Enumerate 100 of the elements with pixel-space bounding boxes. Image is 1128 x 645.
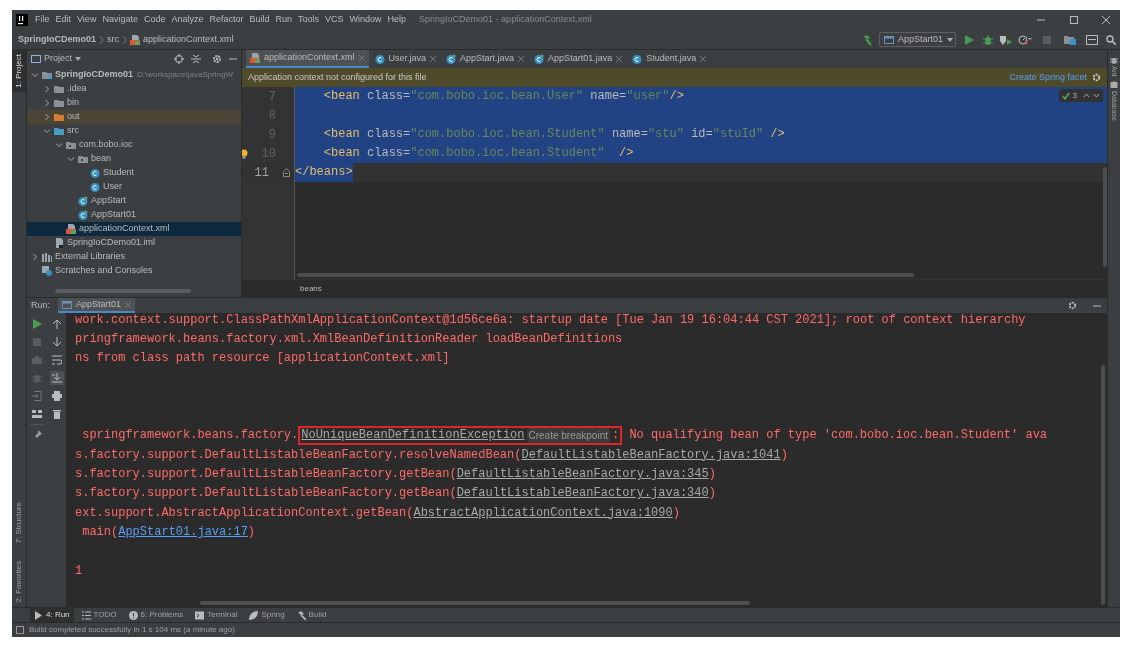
tree-item[interactable]: SpringIoCDemo01.iml (27, 236, 241, 250)
breakpoint-hint[interactable]: Create breakpoint (526, 427, 610, 443)
menu-item[interactable]: Analyze (168, 13, 207, 27)
scrollbar-thumb[interactable] (297, 273, 914, 277)
menu-item[interactable]: Edit (52, 13, 75, 27)
collapse-all-icon[interactable] (191, 54, 201, 64)
menu-item[interactable]: Code (140, 13, 169, 27)
run-tab[interactable]: AppStart01 (58, 298, 136, 313)
settings-icon[interactable] (1092, 73, 1101, 82)
tree-item[interactable]: .idea (27, 82, 241, 96)
editor-tab[interactable]: AppStart01.java (530, 50, 627, 68)
arrow-up-icon[interactable] (51, 319, 62, 329)
project-structure-icon[interactable] (1064, 34, 1076, 45)
run-configuration-dropdown[interactable]: AppStart01 (879, 32, 956, 47)
square-icon[interactable] (16, 626, 24, 634)
settings-icon[interactable] (212, 54, 222, 64)
tree-item[interactable]: AppStart (27, 194, 241, 208)
view-selector[interactable]: Project (44, 52, 81, 66)
tool-window-tab[interactable]: 2: Favorites (12, 557, 26, 607)
exit-icon[interactable] (32, 391, 42, 401)
tree-item[interactable]: applicationContext.xml (27, 222, 241, 236)
facet-link[interactable]: Create Spring facet (1009, 70, 1087, 85)
close-icon[interactable] (700, 56, 707, 62)
scrollbar-thumb[interactable] (1101, 365, 1105, 605)
editor-tab[interactable]: applicationContext.xml (246, 50, 369, 68)
close-icon[interactable] (518, 56, 525, 62)
terminal-window-icon[interactable] (1086, 34, 1098, 45)
chevron-down-icon[interactable] (1093, 93, 1100, 98)
console-text: ) (780, 446, 788, 464)
console-text: : (612, 427, 620, 445)
source-link[interactable]: DefaultListableBeanFactory.java:1041 (521, 445, 781, 464)
tree-item[interactable]: External Libraries (27, 250, 241, 264)
chevron-up-icon[interactable] (1083, 93, 1090, 98)
tool-window-button[interactable]: Terminal (191, 608, 242, 622)
tree-item[interactable]: bean (27, 152, 241, 166)
tool-window-button[interactable]: 4: Run (30, 608, 74, 622)
close-icon[interactable] (616, 56, 623, 62)
maximize-icon[interactable] (1069, 15, 1079, 25)
shield-run-icon[interactable] (1000, 34, 1012, 45)
tool-window-button[interactable]: TODO (77, 608, 121, 622)
tree-item[interactable]: SpringIoCDemo01 D:\workspace\javaSpringW (27, 68, 241, 82)
editor-tab[interactable]: AppStart.java (442, 50, 529, 68)
close-icon[interactable] (430, 56, 437, 62)
fold-marker-icon[interactable] (283, 168, 290, 177)
run-icon[interactable] (964, 34, 974, 45)
inspection-widget[interactable]: 3 (1058, 89, 1103, 102)
tree-item[interactable]: src (27, 124, 241, 138)
hammer-icon[interactable] (861, 33, 873, 46)
tool-window-button[interactable]: 6: Problems (124, 608, 188, 622)
scroll-to-end-icon[interactable] (51, 373, 62, 383)
tree-item[interactable]: com.bobo.ioc (27, 138, 241, 152)
scrollbar-thumb[interactable] (200, 601, 750, 605)
tree-item[interactable]: bin (27, 96, 241, 110)
tree-item[interactable]: AppStart01 (27, 208, 241, 222)
source-link[interactable]: AppStart01.java:17 (118, 522, 248, 541)
close-icon[interactable] (1101, 15, 1111, 25)
menu-item[interactable]: Help (384, 13, 410, 27)
search-icon[interactable] (1106, 34, 1116, 45)
editor-tab[interactable]: Student.java (628, 50, 711, 68)
source-link[interactable]: DefaultListableBeanFactory.java:340 (456, 484, 709, 503)
locate-icon[interactable] (174, 54, 184, 64)
menu-item[interactable]: Refactor (206, 13, 247, 27)
editor-tab[interactable]: User.java (370, 50, 441, 68)
tool-window-tab[interactable]: 1: Project (12, 50, 26, 92)
lightbulb-icon[interactable] (242, 148, 248, 159)
breadcrumb[interactable]: applicationContext.xml (143, 32, 234, 47)
menu-item[interactable]: VCS (322, 13, 347, 27)
breadcrumb[interactable]: beans (300, 282, 322, 295)
minimize-icon[interactable] (229, 55, 237, 63)
console-text: springframework.beans.factory. (81, 427, 299, 445)
tree-item[interactable]: out (27, 110, 241, 124)
source-link[interactable]: DefaultListableBeanFactory.java:345 (456, 465, 709, 483)
tool-window-tab[interactable]: 7: Structure (12, 497, 26, 548)
source-link[interactable]: AbstractApplicationContext.java:1090 (413, 503, 673, 522)
console-text: ) (708, 466, 716, 483)
breadcrumb[interactable]: SpringIoCDemo01 (18, 32, 96, 47)
tool-window-button[interactable]: Spring (245, 608, 289, 622)
layout-icon[interactable] (32, 409, 42, 419)
console-text: s.factory.support.DefaultListableBeanFactory.resolveNamedBean( (75, 446, 522, 464)
class-icon (90, 168, 100, 178)
settings-icon[interactable] (1068, 301, 1077, 310)
source-link[interactable]: NoUniqueBeanDefinitionException (301, 426, 525, 445)
soft-wrap-icon[interactable] (51, 355, 62, 365)
menu-item[interactable]: Tools (295, 13, 323, 27)
trash-icon[interactable] (51, 409, 62, 419)
menu-item[interactable]: Navigate (99, 13, 141, 27)
menu-item[interactable]: View (74, 13, 100, 27)
tree-item[interactable]: User (27, 180, 241, 194)
breadcrumb[interactable]: src (107, 32, 119, 47)
gauge-icon[interactable] (1018, 34, 1032, 45)
menu-item[interactable]: Build (246, 13, 273, 27)
tool-window-button[interactable]: Build (292, 608, 331, 622)
tree-item[interactable]: Scratches and Consoles (27, 264, 241, 278)
arrow-down-icon[interactable] (51, 337, 62, 347)
menu-item[interactable]: File (32, 13, 53, 27)
print-icon[interactable] (51, 391, 62, 401)
menu-item[interactable]: Window (346, 13, 385, 27)
menu-item[interactable]: Run (272, 13, 295, 27)
tree-item[interactable]: Student (27, 166, 241, 180)
run-icon[interactable] (32, 319, 42, 329)
